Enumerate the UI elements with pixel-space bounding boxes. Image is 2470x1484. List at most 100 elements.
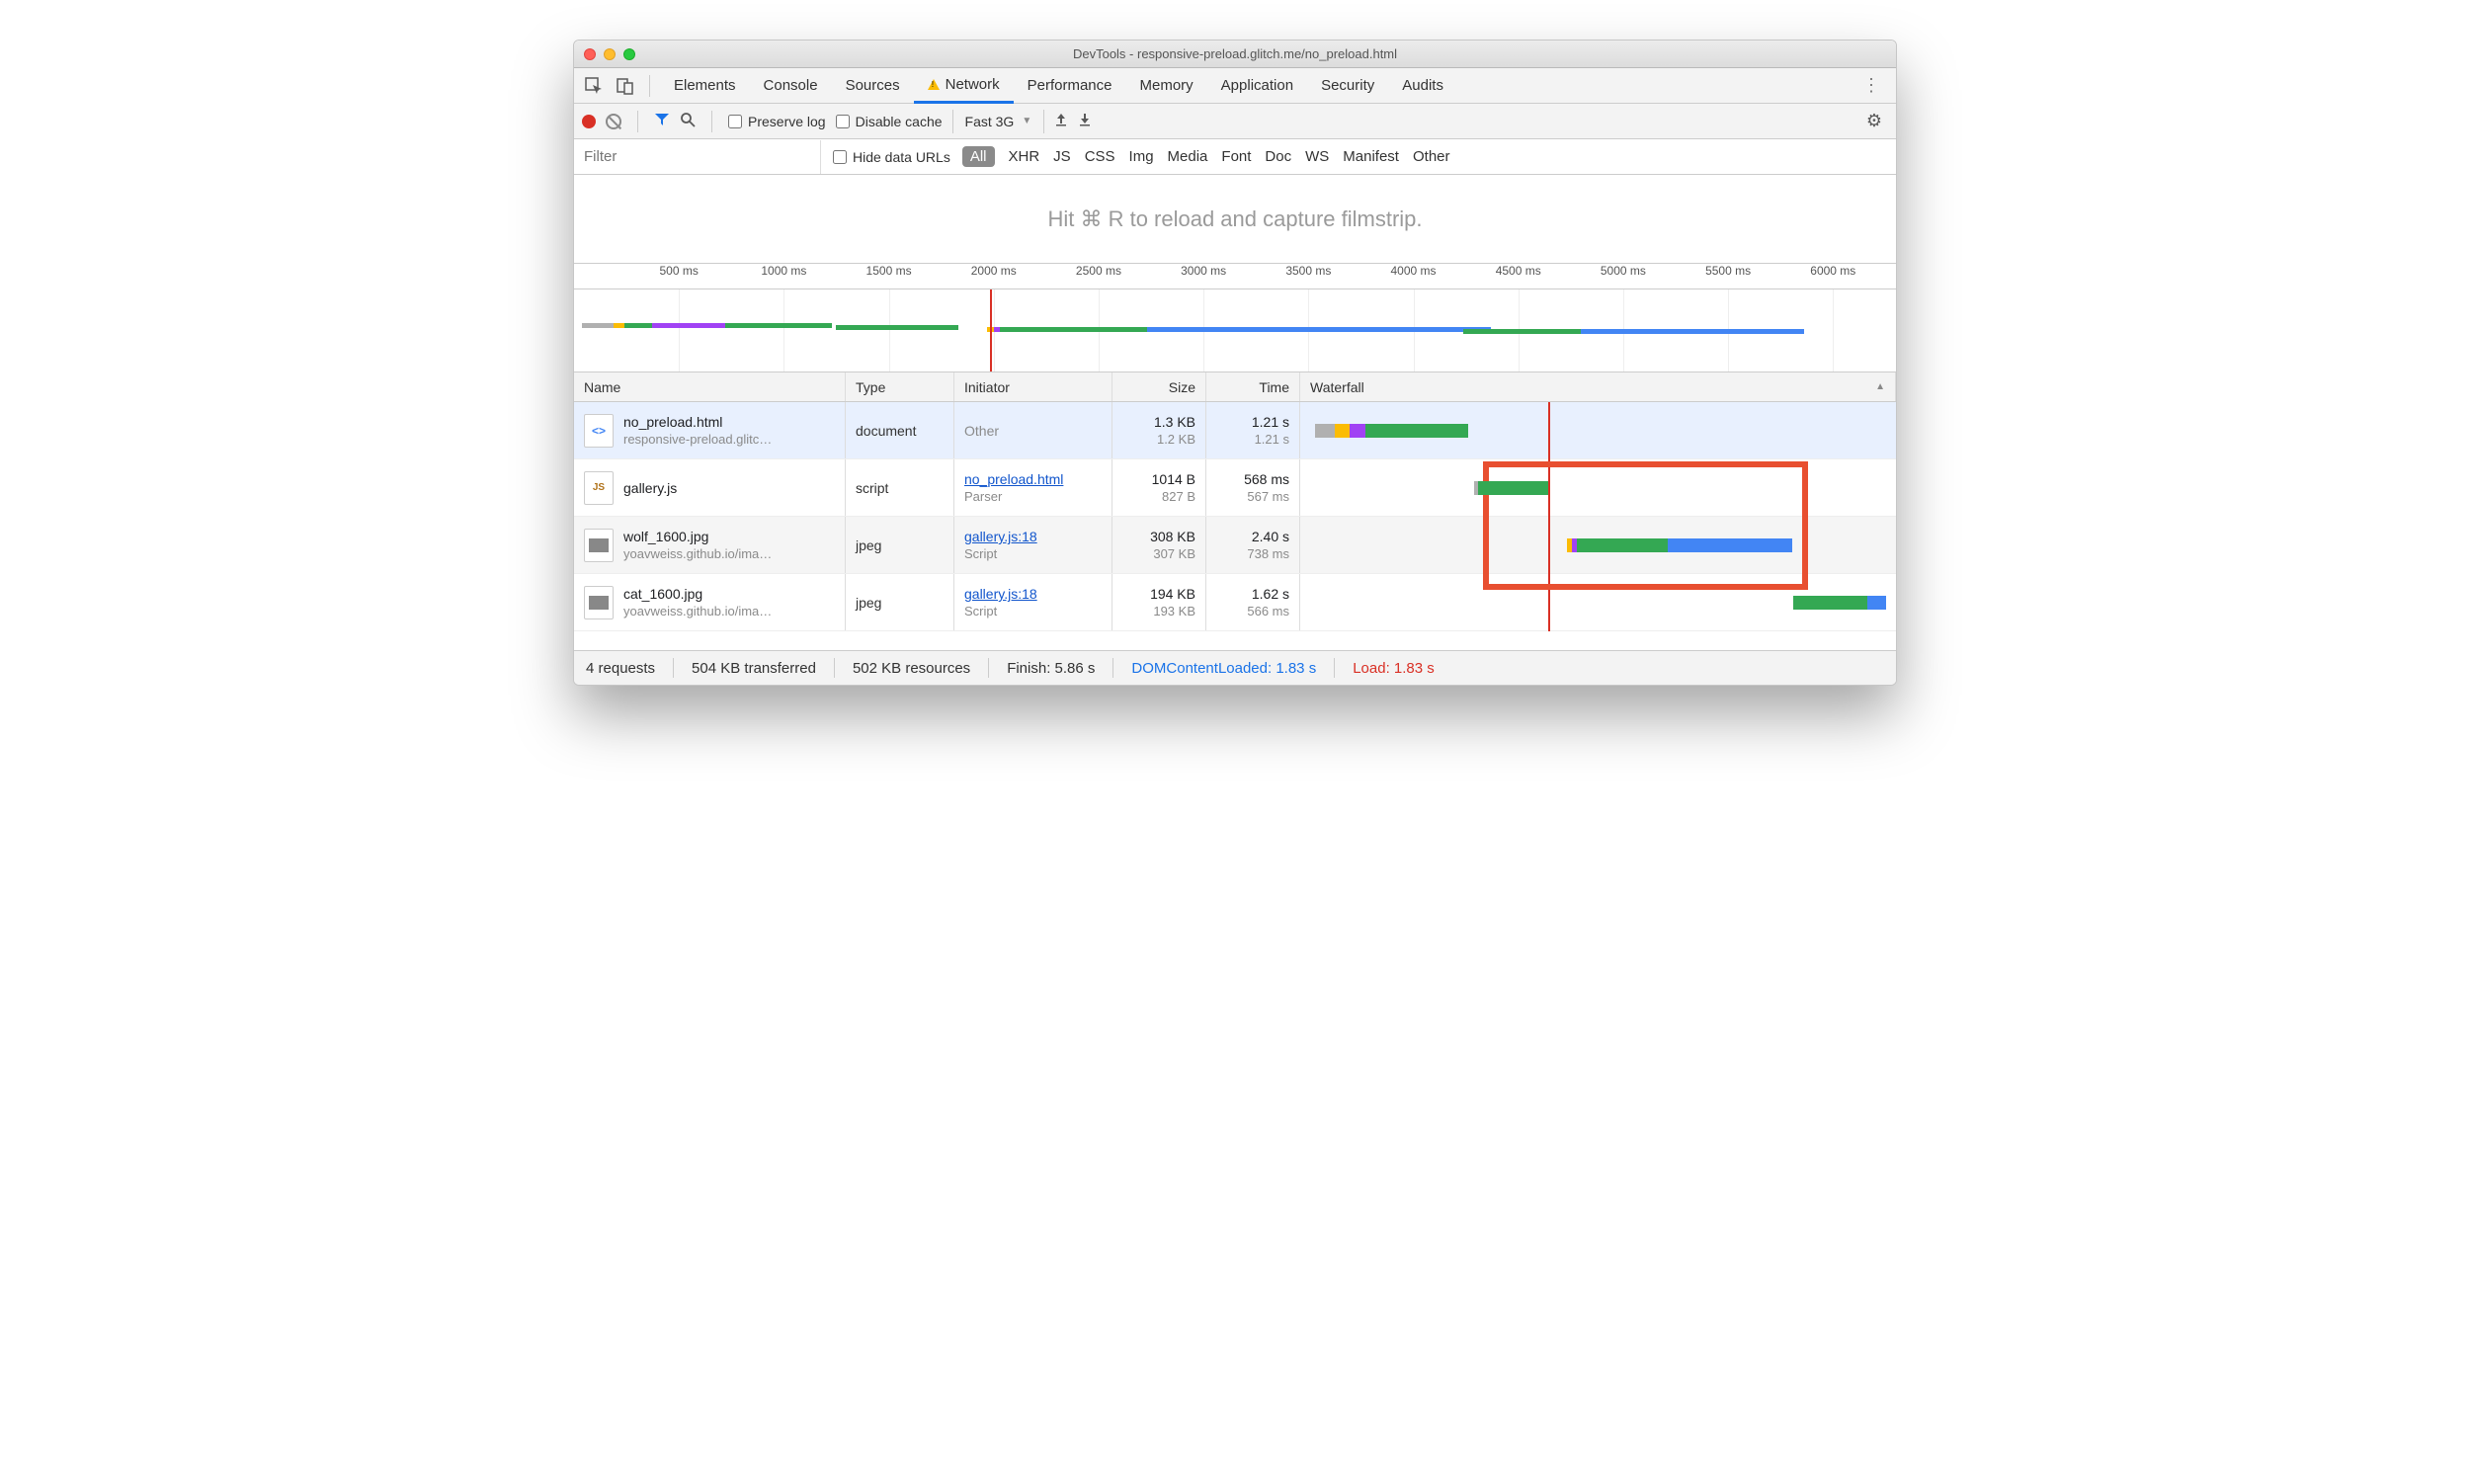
filter-type-img[interactable]: Img — [1129, 148, 1154, 165]
request-time-sub: 738 ms — [1247, 546, 1289, 561]
request-name: wolf_1600.jpg — [623, 529, 835, 544]
waterfall-segment — [1365, 424, 1405, 438]
overview-segment — [1463, 329, 1581, 334]
clear-button[interactable] — [606, 114, 621, 129]
request-time-sub: 567 ms — [1247, 489, 1289, 504]
filter-type-doc[interactable]: Doc — [1265, 148, 1291, 165]
filter-type-ws[interactable]: WS — [1305, 148, 1329, 165]
sort-indicator-icon: ▲ — [1875, 381, 1885, 392]
filter-type-xhr[interactable]: XHR — [1009, 148, 1040, 165]
request-size-sub: 307 KB — [1153, 546, 1195, 561]
disable-cache-checkbox[interactable]: Disable cache — [836, 114, 943, 129]
window-maximize-button[interactable] — [623, 48, 635, 60]
devtools-window: DevTools - responsive-preload.glitch.me/… — [573, 40, 1897, 686]
waterfall-cell[interactable] — [1310, 574, 1886, 630]
tab-audits[interactable]: Audits — [1388, 68, 1457, 104]
initiator-sub: Script — [964, 604, 1102, 618]
col-header-initiator[interactable]: Initiator — [954, 372, 1112, 401]
preserve-log-input[interactable] — [728, 115, 742, 128]
warning-icon — [928, 79, 940, 90]
filter-icon[interactable] — [654, 112, 670, 131]
separator — [649, 75, 650, 97]
empty-row — [574, 631, 1896, 651]
request-size-sub: 827 B — [1162, 489, 1195, 504]
waterfall-segment — [1478, 481, 1549, 495]
request-row[interactable]: <>no_preload.htmlresponsive-preload.glit… — [574, 402, 1896, 459]
record-button[interactable] — [582, 115, 596, 128]
overview-segment — [1581, 329, 1803, 334]
more-menu-icon[interactable]: ⋮ — [1852, 75, 1890, 96]
overview-tick: 3000 ms — [1181, 264, 1226, 278]
overview-tick: 2500 ms — [1076, 264, 1121, 278]
separator — [1334, 658, 1335, 678]
col-header-time[interactable]: Time — [1206, 372, 1300, 401]
tab-label: Memory — [1140, 77, 1194, 94]
waterfall-segment — [1793, 596, 1867, 610]
filter-type-manifest[interactable]: Manifest — [1343, 148, 1399, 165]
inspect-element-icon[interactable] — [580, 72, 608, 100]
search-icon[interactable] — [680, 112, 696, 131]
request-host: yoavweiss.github.io/ima… — [623, 546, 835, 561]
window-close-button[interactable] — [584, 48, 596, 60]
request-row[interactable]: JSgallery.jsscriptno_preload.htmlParser1… — [574, 459, 1896, 517]
col-header-name[interactable]: Name — [574, 372, 846, 401]
settings-icon[interactable]: ⚙ — [1866, 111, 1888, 131]
request-time: 2.40 s — [1252, 529, 1289, 544]
initiator-link[interactable]: no_preload.html — [964, 471, 1102, 487]
disable-cache-input[interactable] — [836, 115, 850, 128]
col-header-type[interactable]: Type — [846, 372, 954, 401]
status-dcl: DOMContentLoaded: 1.83 s — [1131, 660, 1316, 677]
filter-bar: Hide data URLs All XHR JS CSS Img Media Font Do… — [574, 139, 1896, 175]
filter-type-js[interactable]: JS — [1053, 148, 1071, 165]
tab-label: Performance — [1028, 77, 1112, 94]
separator — [673, 658, 674, 678]
window-minimize-button[interactable] — [604, 48, 616, 60]
upload-har-icon[interactable] — [1054, 113, 1068, 130]
tab-elements[interactable]: Elements — [660, 68, 750, 104]
request-time-sub: 1.21 s — [1255, 432, 1289, 447]
timeline-overview[interactable]: 500 ms1000 ms1500 ms2000 ms2500 ms3000 m… — [574, 264, 1896, 372]
overview-gridline — [1833, 289, 1834, 371]
initiator-link[interactable]: gallery.js:18 — [964, 586, 1102, 602]
initiator-link[interactable]: gallery.js:18 — [964, 529, 1102, 544]
col-header-waterfall[interactable]: Waterfall ▲ — [1300, 372, 1896, 401]
request-row[interactable]: wolf_1600.jpgyoavweiss.github.io/ima…jpe… — [574, 517, 1896, 574]
hide-data-urls-input[interactable] — [833, 150, 847, 164]
network-toolbar: Preserve log Disable cache Fast 3G ▼ ⚙ — [574, 104, 1896, 139]
status-resources: 502 KB resources — [853, 660, 970, 677]
filter-type-css[interactable]: CSS — [1085, 148, 1115, 165]
waterfall-cell[interactable] — [1310, 459, 1886, 516]
filter-input[interactable] — [574, 140, 821, 174]
waterfall-cell[interactable] — [1310, 402, 1886, 458]
overview-tick: 4000 ms — [1391, 264, 1437, 278]
request-row[interactable]: cat_1600.jpgyoavweiss.github.io/ima…jpeg… — [574, 574, 1896, 631]
waterfall-cell[interactable] — [1310, 517, 1886, 573]
device-toggle-icon[interactable] — [612, 72, 639, 100]
preserve-log-label: Preserve log — [748, 114, 826, 129]
filter-type-media[interactable]: Media — [1168, 148, 1208, 165]
filmstrip-hint-text: Hit ⌘ R to reload and capture filmstrip. — [1047, 206, 1422, 232]
request-size: 308 KB — [1150, 529, 1195, 544]
request-name: no_preload.html — [623, 414, 835, 430]
tab-console[interactable]: Console — [750, 68, 832, 104]
request-time: 1.62 s — [1252, 586, 1289, 602]
overview-gridline — [889, 289, 890, 371]
download-har-icon[interactable] — [1078, 113, 1092, 130]
tab-performance[interactable]: Performance — [1014, 68, 1126, 104]
filter-type-all[interactable]: All — [962, 146, 995, 167]
tab-application[interactable]: Application — [1207, 68, 1307, 104]
tab-sources[interactable]: Sources — [832, 68, 914, 104]
request-name: cat_1600.jpg — [623, 586, 835, 602]
tab-memory[interactable]: Memory — [1126, 68, 1207, 104]
preserve-log-checkbox[interactable]: Preserve log — [728, 114, 826, 129]
col-header-size[interactable]: Size — [1112, 372, 1206, 401]
filter-type-font[interactable]: Font — [1221, 148, 1251, 165]
request-size: 194 KB — [1150, 586, 1195, 602]
waterfall-segment — [1315, 424, 1335, 438]
file-type-icon: JS — [584, 471, 614, 505]
filter-type-other[interactable]: Other — [1413, 148, 1450, 165]
throttling-select[interactable]: Fast 3G ▼ — [952, 110, 1045, 133]
tab-network[interactable]: Network — [914, 68, 1014, 104]
hide-data-urls-checkbox[interactable]: Hide data URLs — [833, 149, 950, 165]
tab-security[interactable]: Security — [1307, 68, 1388, 104]
